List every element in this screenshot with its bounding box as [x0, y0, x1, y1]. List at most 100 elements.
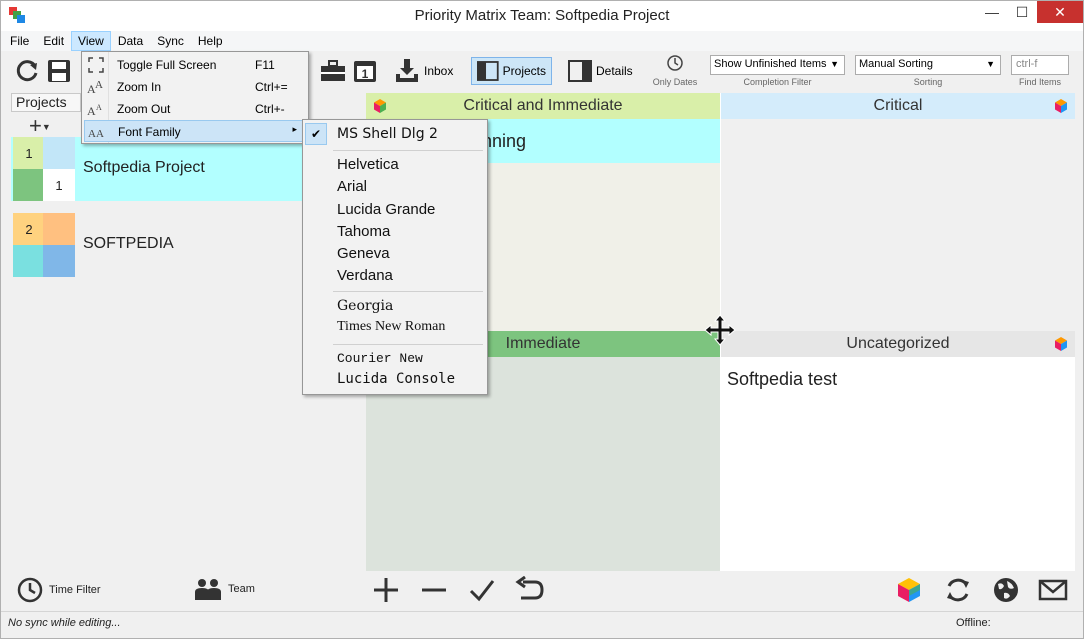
maximize-button[interactable]: ☐ [1005, 1, 1039, 23]
refresh-icon[interactable] [13, 57, 41, 85]
quadrant-1-title: Critical and Immediate [463, 97, 623, 114]
sorting-select[interactable]: Manual Sorting ▼ [855, 55, 1001, 75]
plus-icon: + [29, 113, 42, 138]
color-cube-icon [898, 578, 920, 602]
add-item-button[interactable] [371, 575, 401, 605]
add-project-button[interactable]: +▼ [29, 113, 51, 139]
menu-view[interactable]: View [71, 31, 111, 51]
menu-item-font-family[interactable]: AA Font Family ▸ [84, 120, 306, 142]
project-quadrant-2 [43, 137, 75, 169]
menu-file[interactable]: File [1, 31, 36, 51]
status-bar: No sync while editing... Offline: [1, 611, 1083, 638]
complete-item-button[interactable] [467, 575, 497, 605]
globe-icon [994, 578, 1018, 602]
font-option-lucida-grande[interactable]: Lucida Grande [337, 201, 435, 218]
team-button[interactable]: Team [194, 577, 255, 601]
chevron-down-icon: ▼ [986, 59, 995, 69]
menu-item-shortcut: F11 [255, 58, 275, 72]
font-family-submenu: ✔ MS Shell Dlg 2 Helvetica Arial Lucida … [302, 119, 488, 395]
details-panel-icon [568, 60, 592, 82]
minimize-button[interactable]: — [975, 1, 1009, 23]
sorting-value: Manual Sorting [859, 58, 933, 70]
remove-item-button[interactable] [419, 575, 449, 605]
font-option-ms-shell-dlg-2[interactable]: MS Shell Dlg 2 [337, 126, 438, 142]
font-icon: AA [88, 128, 104, 140]
project-name: SOFTPEDIA [83, 235, 174, 252]
quadrant-2-title: Critical [873, 97, 923, 114]
menu-bar: File Edit View Data Sync Help [1, 31, 1083, 51]
font-option-arial[interactable]: Arial [337, 178, 367, 195]
project-quadrant-1: 1 [13, 137, 45, 169]
font-option-lucida-console[interactable]: Lucida Console [337, 371, 455, 387]
find-items-input[interactable]: ctrl-f [1011, 55, 1069, 75]
font-option-georgia[interactable]: Georgia [337, 298, 393, 314]
menu-item-shortcut: Ctrl+- [255, 102, 285, 116]
sync-button[interactable] [943, 575, 973, 605]
menu-item-zoom-out[interactable]: AA Zoom Out Ctrl+- [84, 98, 306, 120]
projects-header: Projects [11, 93, 81, 112]
project-name: Softpedia Project [83, 159, 205, 176]
web-button[interactable] [991, 575, 1021, 605]
menu-sync[interactable]: Sync [150, 31, 191, 51]
font-option-verdana[interactable]: Verdana [337, 267, 393, 284]
menu-item-label: Zoom In [117, 80, 162, 94]
email-button[interactable] [1038, 575, 1068, 605]
task-title[interactable]: Softpedia test [727, 369, 837, 390]
briefcase-icon[interactable] [319, 57, 347, 85]
time-filter-button[interactable]: Time Filter [17, 577, 101, 603]
quadrant-4-title: Uncategorized [846, 335, 950, 352]
time-filter-label: Time Filter [49, 584, 101, 596]
inbox-button[interactable]: Inbox [389, 57, 458, 85]
projects-toggle-label: Projects [502, 64, 546, 78]
font-option-geneva[interactable]: Geneva [337, 245, 390, 262]
quadrant-4-header[interactable]: Uncategorized [721, 331, 1075, 357]
svg-text:A: A [96, 103, 102, 112]
calendar-day-icon[interactable]: 1 [351, 57, 379, 85]
color-cube-icon[interactable] [1054, 99, 1068, 113]
quadrant-1-header[interactable]: Critical and Immediate [366, 93, 720, 119]
move-cursor-icon [704, 314, 736, 346]
font-option-helvetica[interactable]: Helvetica [337, 156, 399, 173]
font-option-times-new-roman[interactable]: Times New Roman [337, 319, 445, 335]
close-button[interactable]: ✕ [1037, 1, 1083, 23]
save-icon[interactable] [45, 57, 73, 85]
color-cube-icon[interactable] [373, 99, 387, 113]
project-quadrant-4 [43, 245, 75, 277]
color-cube-icon[interactable] [1054, 337, 1068, 351]
details-toggle-label: Details [596, 64, 633, 78]
menu-help[interactable]: Help [191, 31, 230, 51]
app-window: Priority Matrix Team: Softpedia Project … [0, 0, 1084, 639]
view-menu-dropdown: Toggle Full Screen F11 AA Zoom In Ctrl+=… [81, 51, 309, 144]
clock-icon[interactable] [661, 53, 689, 73]
details-toggle-button[interactable]: Details [563, 57, 638, 85]
project-quadrant-3 [13, 245, 45, 277]
svg-text:1: 1 [362, 67, 369, 81]
chevron-down-icon: ▼ [830, 59, 839, 69]
minus-icon [422, 588, 446, 592]
menu-item-toggle-full-screen[interactable]: Toggle Full Screen F11 [84, 54, 306, 76]
menu-separator [333, 291, 483, 292]
menu-item-zoom-in[interactable]: AA Zoom In Ctrl+= [84, 76, 306, 98]
completion-filter-caption: Completion Filter [743, 77, 812, 87]
chevron-down-icon: ▼ [41, 122, 51, 133]
project-quadrant-3 [13, 169, 45, 201]
menu-data[interactable]: Data [111, 31, 150, 51]
completion-filter-select[interactable]: Show Unfinished Items ▼ [710, 55, 845, 75]
undo-button[interactable] [515, 575, 545, 605]
inbox-label: Inbox [424, 64, 454, 78]
quadrant-4-body[interactable]: Softpedia test [721, 357, 1075, 571]
font-option-courier-new[interactable]: Courier New [337, 351, 423, 366]
inbox-icon [396, 59, 418, 82]
svg-text:A: A [96, 128, 104, 140]
plus-icon [374, 578, 398, 602]
menu-item-label: Zoom Out [117, 102, 171, 116]
undo-icon [515, 576, 544, 600]
font-option-tahoma[interactable]: Tahoma [337, 223, 390, 240]
quadrant-2-header[interactable]: Critical [721, 93, 1075, 119]
projects-toggle-button[interactable]: Projects [471, 57, 552, 85]
quadrant-2-body[interactable] [721, 119, 1075, 331]
email-icon [1038, 579, 1068, 601]
only-dates-caption: Only Dates [652, 77, 698, 87]
color-cube-button[interactable] [894, 575, 924, 605]
menu-edit[interactable]: Edit [36, 31, 71, 51]
